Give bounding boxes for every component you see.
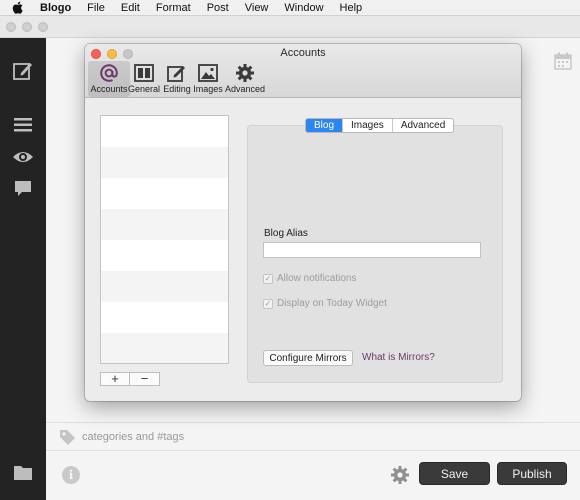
comments-icon[interactable]	[12, 178, 34, 200]
main-zoom-button[interactable]	[38, 22, 48, 32]
segment-images[interactable]: Images	[342, 119, 392, 132]
folder-icon[interactable]	[12, 462, 34, 484]
list-item[interactable]	[101, 333, 228, 363]
list-item[interactable]	[101, 147, 228, 178]
allow-notifications-label: Allow notifications	[277, 273, 357, 284]
accounts-dialog: Accounts Accounts General Editing Images	[85, 44, 521, 401]
configure-mirrors-button[interactable]: Configure Mirrors	[263, 350, 353, 366]
apple-logo-icon[interactable]	[12, 1, 26, 15]
menu-file[interactable]: File	[79, 0, 113, 16]
preview-eye-icon[interactable]	[12, 146, 34, 168]
tab-images-label: Images	[193, 84, 223, 94]
sidebar	[0, 38, 46, 500]
main-window-controls	[6, 22, 48, 32]
dialog-title: Accounts	[280, 47, 326, 59]
publish-button[interactable]: Publish	[497, 462, 567, 485]
post-settings-gear-icon[interactable]	[390, 465, 410, 485]
segment-advanced[interactable]: Advanced	[391, 119, 453, 132]
list-item[interactable]	[101, 302, 228, 333]
list-buttons: + −	[100, 372, 160, 386]
calendar-icon[interactable]	[554, 52, 572, 70]
compose-icon[interactable]	[12, 60, 34, 82]
menu-window[interactable]: Window	[276, 0, 331, 16]
gear-icon	[234, 63, 256, 83]
add-account-button[interactable]: +	[100, 372, 130, 386]
tags-bar: categories and #tags	[46, 422, 580, 450]
menu-view[interactable]: View	[237, 0, 277, 16]
allow-notifications-row: ✓ Allow notifications	[263, 273, 356, 284]
remove-account-button[interactable]: −	[130, 372, 160, 386]
main-close-button[interactable]	[6, 22, 16, 32]
settings-segmented-control: Blog Images Advanced	[305, 118, 455, 133]
menu-post[interactable]: Post	[199, 0, 237, 16]
segment-blog[interactable]: Blog	[306, 119, 343, 132]
tab-images[interactable]: Images	[193, 61, 223, 97]
bottom-bar: i Save Publish	[46, 450, 580, 500]
list-item[interactable]	[101, 271, 228, 302]
layout-icon	[133, 63, 155, 83]
tab-advanced-label: Advanced	[224, 84, 266, 94]
list-item[interactable]	[101, 209, 228, 240]
allow-notifications-checkbox: ✓	[263, 273, 273, 284]
blog-alias-input[interactable]	[263, 242, 481, 258]
account-settings-panel: Blog Images Advanced Blog Alias ✓ Allow …	[247, 118, 503, 383]
tags-input[interactable]: categories and #tags	[82, 431, 184, 443]
menu-format[interactable]: Format	[148, 0, 199, 16]
tab-accounts[interactable]: Accounts	[88, 61, 130, 97]
list-item[interactable]	[101, 240, 228, 271]
list-item[interactable]	[101, 116, 228, 147]
info-icon[interactable]: i	[62, 466, 80, 484]
edit-icon	[166, 63, 188, 83]
tab-advanced[interactable]: Advanced	[224, 61, 266, 97]
tag-icon	[58, 428, 76, 446]
list-icon[interactable]	[12, 114, 34, 136]
main-titlebar	[0, 16, 580, 38]
what-is-mirrors-link[interactable]: What is Mirrors?	[362, 352, 435, 363]
menu-bar: Blogo File Edit Format Post View Window …	[0, 0, 580, 16]
today-widget-label: Display on Today Widget	[277, 298, 387, 309]
tab-general[interactable]: General	[127, 61, 161, 97]
today-widget-checkbox: ✓	[263, 298, 273, 309]
tab-editing-label: Editing	[163, 84, 191, 94]
tab-general-label: General	[127, 84, 161, 94]
tab-editing[interactable]: Editing	[162, 61, 192, 97]
menu-help[interactable]: Help	[332, 0, 371, 16]
accounts-list[interactable]	[100, 115, 229, 364]
today-widget-row: ✓ Display on Today Widget	[263, 298, 387, 309]
menu-app-name[interactable]: Blogo	[36, 0, 79, 16]
menu-edit[interactable]: Edit	[113, 0, 148, 16]
list-item[interactable]	[101, 178, 228, 209]
blog-alias-label: Blog Alias	[264, 228, 308, 239]
save-button[interactable]: Save	[419, 462, 490, 485]
image-icon	[197, 63, 219, 83]
at-sign-icon	[98, 63, 120, 83]
tab-accounts-label: Accounts	[90, 84, 128, 94]
main-minimize-button[interactable]	[22, 22, 32, 32]
dialog-toolbar: Accounts Accounts General Editing Images	[85, 44, 521, 98]
